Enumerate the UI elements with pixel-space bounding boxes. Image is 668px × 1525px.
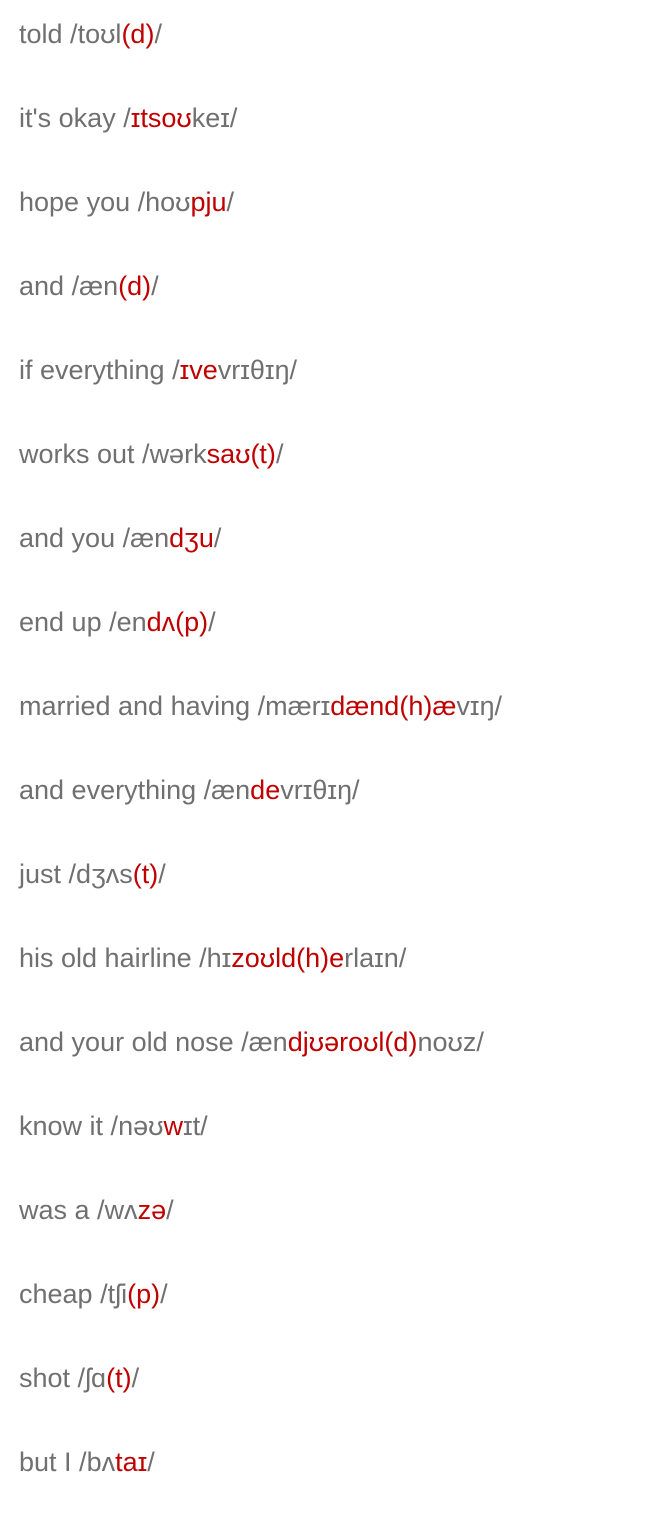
ipa-linking-highlight: (t) (132, 859, 159, 889)
ipa-linking-highlight: dænd(h)æ (330, 691, 457, 721)
ipa-plain: nəʊ (118, 1111, 164, 1141)
phrase-text: if everything (19, 355, 165, 385)
ipa-plain: mærɪ (265, 691, 331, 721)
ipa-linking-highlight: (d) (121, 19, 155, 49)
phrase-entry: and your old nose /ændjʊəroʊl(d)noʊz/ (19, 1027, 484, 1057)
phrase-entry: told /toʊl(d)/ (19, 19, 162, 49)
ipa-linking-highlight: djʊəroʊl(d) (287, 1027, 418, 1057)
ipa-plain: keɪ (191, 103, 230, 133)
ipa-linking-highlight: (d) (118, 271, 152, 301)
ipa-plain: æn (248, 1027, 288, 1057)
phrase-text: it's okay (19, 103, 116, 133)
ipa-plain: hɪ (206, 943, 232, 973)
ipa-plain: toʊl (77, 19, 122, 49)
ipa-plain: tʃi (107, 1279, 128, 1309)
phrase-text: hope you (19, 187, 131, 217)
ipa-linking-highlight: w (163, 1111, 183, 1141)
ipa-plain: vrɪθɪŋ (280, 775, 352, 805)
ipa-plain: hoʊ (145, 187, 191, 217)
phrase-text: and you (19, 523, 116, 553)
ipa-linking-highlight: dʒu (169, 523, 214, 553)
ipa-linking-highlight: ɪtsoʊ (130, 103, 192, 133)
phrase-entry: end up /endʌ(p)/ (19, 607, 216, 637)
phrase-entry: his old hairline /hɪzoʊld(h)erlaɪn/ (19, 943, 407, 973)
ipa-plain: noʊz (417, 1027, 477, 1057)
ipa-linking-highlight: saʊ(t) (206, 439, 276, 469)
ipa-plain: æn (79, 271, 119, 301)
phrase-entry: but I /bʌtaɪ/ (19, 1447, 155, 1477)
phrase-text: but I (19, 1447, 72, 1477)
phrase-text: and (19, 271, 65, 301)
ipa-linking-highlight: ɪve (179, 355, 218, 385)
phrase-list: told /toʊl(d)/ it's okay /ɪtsoʊkeɪ/hope y… (19, 13, 649, 1525)
phrase-entry: works out /wərksaʊ(t)/ (19, 439, 284, 469)
phrase-text: his old hairline (19, 943, 192, 973)
phrase-entry: was a /wʌzə/ (19, 1195, 174, 1225)
phrase-entry: married and having /mærɪdænd(h)ævɪŋ/ (19, 691, 502, 721)
phrase-entry: and /æn(d)/ (19, 271, 159, 301)
ipa-plain: en (116, 607, 147, 637)
ipa-plain: wʌ (104, 1195, 138, 1225)
phrase-text: and everything (19, 775, 197, 805)
phrase-entry: cheap /tʃi(p)/ (19, 1279, 168, 1309)
phrase-entry: hope you /hoʊpju/ (19, 187, 235, 217)
ipa-linking-highlight: dʌ(p) (146, 607, 209, 637)
phrase-entry: and everything /ændevrɪθɪŋ/ (19, 775, 360, 805)
phrase-text: end up (19, 607, 102, 637)
ipa-plain: wərk (149, 439, 207, 469)
phrase-text: and your old nose (19, 1027, 234, 1057)
ipa-linking-highlight: zoʊld(h)e (231, 943, 345, 973)
phrase-text: told (19, 19, 63, 49)
ipa-linking-highlight: de (250, 775, 281, 805)
ipa-plain: æn (211, 775, 251, 805)
ipa-linking-highlight: (t) (106, 1363, 132, 1393)
ipa-linking-highlight: zə (137, 1195, 167, 1225)
ipa-plain: bʌ (86, 1447, 116, 1477)
ipa-plain: æn (130, 523, 170, 553)
ipa-plain: rlaɪn (344, 943, 399, 973)
phrase-entry: it's okay /ɪtsoʊkeɪ/ (19, 103, 238, 133)
phrase-text: cheap (19, 1279, 93, 1309)
phrase-text: shot (19, 1363, 71, 1393)
ipa-plain: dʒʌs (76, 859, 133, 889)
phrase-entry: and you /ændʒu/ (19, 523, 222, 553)
phrase-text: was a (19, 1195, 90, 1225)
phrase-entry: if everything /ɪvevrɪθɪŋ/ (19, 355, 297, 385)
ipa-plain: ɪt (182, 1111, 201, 1141)
phrase-entry: know it /nəʊwɪt/ (19, 1111, 208, 1141)
phrase-text: works out (19, 439, 135, 469)
ipa-plain: vɪŋ (456, 691, 495, 721)
ipa-linking-highlight: pju (190, 187, 227, 217)
phrase-text: know it (19, 1111, 104, 1141)
ipa-linking-highlight: (p) (127, 1279, 161, 1309)
phrase-entry: shot /ʃɑ(t)/ (19, 1363, 140, 1393)
phrase-text: just (19, 859, 62, 889)
ipa-plain: vrɪθɪŋ (217, 355, 290, 385)
ipa-plain: ʃɑ (85, 1363, 107, 1393)
phrase-text: married and having (19, 691, 251, 721)
phrase-entry: just /dʒʌs(t)/ (19, 859, 166, 889)
ipa-linking-highlight: taɪ (115, 1447, 148, 1477)
